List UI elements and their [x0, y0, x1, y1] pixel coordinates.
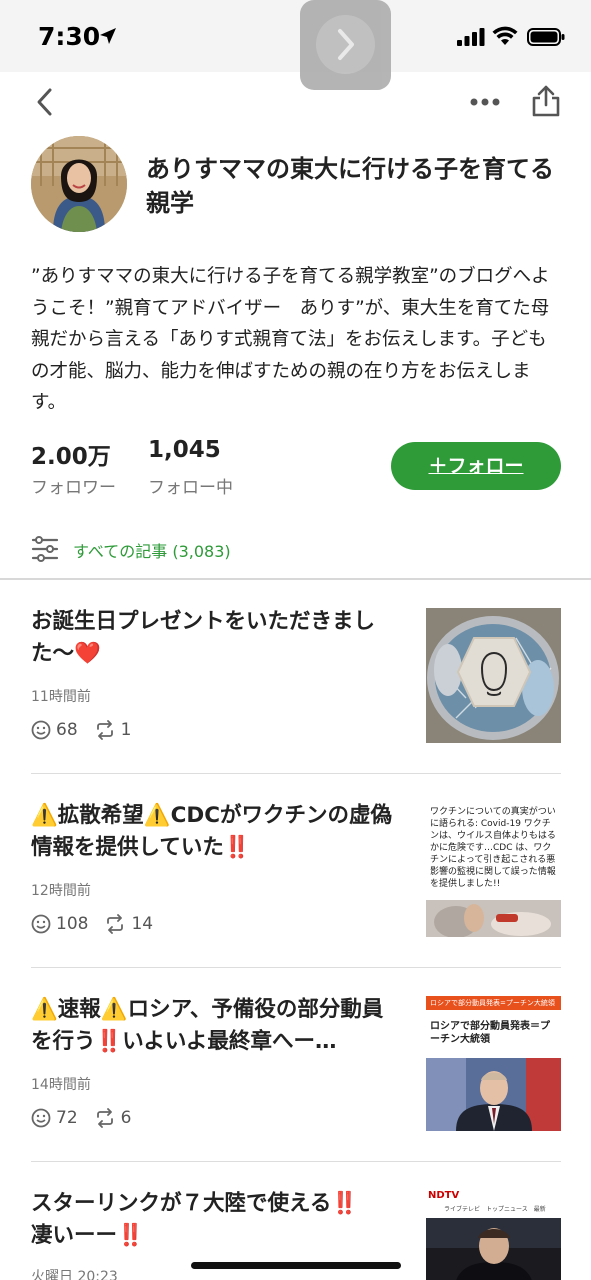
followers-label[interactable]: フォロワー	[31, 473, 116, 498]
article-thumbnail[interactable]: ワクチンについての真実がついに語られる: Covid-19 ワクチンは、ウイルス…	[426, 802, 561, 937]
home-indicator	[191, 1262, 401, 1269]
article-stats: 72 6	[31, 1108, 147, 1128]
thumbnail-brand: NDTV	[428, 1190, 460, 1201]
article-title[interactable]: スターリンクが７大陸で使える‼️ 凄いーー‼️	[31, 1188, 396, 1252]
article-time: 12時間前	[31, 883, 91, 899]
article-thumbnail[interactable]	[426, 608, 561, 743]
thumbnail-tab: 最新	[533, 1206, 546, 1213]
battery-icon	[527, 28, 565, 46]
filter-sliders-icon	[31, 536, 59, 562]
article-thumbnail[interactable]: NDTV ライブテレビ トップニュース 最新	[426, 1190, 561, 1280]
article-title[interactable]: お誕生日プレゼントをいただきました〜❤️	[31, 606, 396, 670]
article-thumbnail[interactable]: ロシアで部分動員発表=プーチン大統領 ロシアで部分動員発表＝プーチン大統領	[426, 996, 561, 1131]
thumbnail-tab: ライブテレビ	[444, 1206, 481, 1213]
reblog-count: 1	[120, 720, 132, 740]
article-time: 11時間前	[31, 689, 91, 705]
blog-title: ありすママの東大に行ける子を育てる親学	[146, 155, 554, 217]
all-articles-label: すべての記事 (3,083)	[73, 542, 231, 561]
thumbnail-header: ロシアで部分動員発表=プーチン大統領	[430, 999, 555, 1007]
more-dots-icon[interactable]	[470, 96, 500, 108]
thumbnail-header-bar: ロシアで部分動員発表=プーチン大統領	[426, 996, 561, 1010]
thumbnail-tab: トップニュース	[486, 1206, 528, 1213]
article-item[interactable]: ⚠️拡散希望⚠️CDCがワクチンの虚偽情報を提供していた‼️ 12時間前 108…	[0, 774, 591, 968]
like-count: 68	[56, 720, 78, 740]
smile-icon	[31, 1108, 51, 1128]
followers-count[interactable]: 2.00万	[31, 437, 111, 471]
thumbnail-text: ワクチンについての真実がついに語られる: Covid-19 ワクチンは、ウイルス…	[430, 807, 556, 889]
following-count[interactable]: 1,045	[148, 437, 221, 463]
article-title[interactable]: ⚠️拡散希望⚠️CDCがワクチンの虚偽情報を提供していた‼️	[31, 800, 396, 864]
reblog-count: 14	[131, 914, 154, 934]
smile-icon	[31, 914, 51, 934]
status-time: 7:30	[38, 22, 101, 51]
blog-description: ”ありすママの東大に行ける子を育てる親学教室”のブログへようこそ！”親育てアドバ…	[31, 266, 550, 413]
location-arrow-icon	[100, 28, 116, 44]
like-count: 108	[56, 914, 89, 934]
wifi-icon	[492, 26, 518, 45]
reblog-icon	[96, 720, 113, 740]
smile-icon	[31, 720, 51, 740]
article-item[interactable]: お誕生日プレゼントをいただきました〜❤️ 11時間前 68 1	[0, 580, 591, 774]
following-label[interactable]: フォロー中	[148, 473, 233, 498]
cellular-signal-icon	[457, 28, 485, 46]
article-title[interactable]: ⚠️速報⚠️ロシア、予備役の部分動員を行う‼️いよいよ最終章へー…	[31, 994, 396, 1058]
like-count: 72	[56, 1108, 78, 1128]
article-time: 14時間前	[31, 1077, 91, 1093]
back-chevron-icon[interactable]	[30, 86, 60, 118]
blog-avatar[interactable]	[31, 136, 127, 232]
article-stats: 68 1	[31, 720, 147, 740]
reblog-icon	[96, 1108, 113, 1128]
reblog-icon	[107, 914, 124, 934]
follow-button[interactable]: ＋フォロー	[391, 442, 561, 490]
article-time: 火曜日 20:23	[31, 1269, 118, 1280]
reblog-count: 6	[120, 1108, 132, 1128]
thumbnail-tabs: ライブテレビ トップニュース 最新	[426, 1204, 561, 1216]
thumbnail-headline: ロシアで部分動員発表＝プーチン大統領	[430, 1021, 550, 1045]
floating-forward-button[interactable]	[300, 0, 391, 90]
article-stats: 108 14	[31, 914, 169, 934]
article-item[interactable]: ⚠️速報⚠️ロシア、予備役の部分動員を行う‼️いよいよ最終章へー… 14時間前 …	[0, 968, 591, 1162]
status-bar: 7:30	[0, 0, 591, 72]
share-icon[interactable]	[530, 84, 562, 118]
forward-chevron-icon	[316, 15, 375, 74]
